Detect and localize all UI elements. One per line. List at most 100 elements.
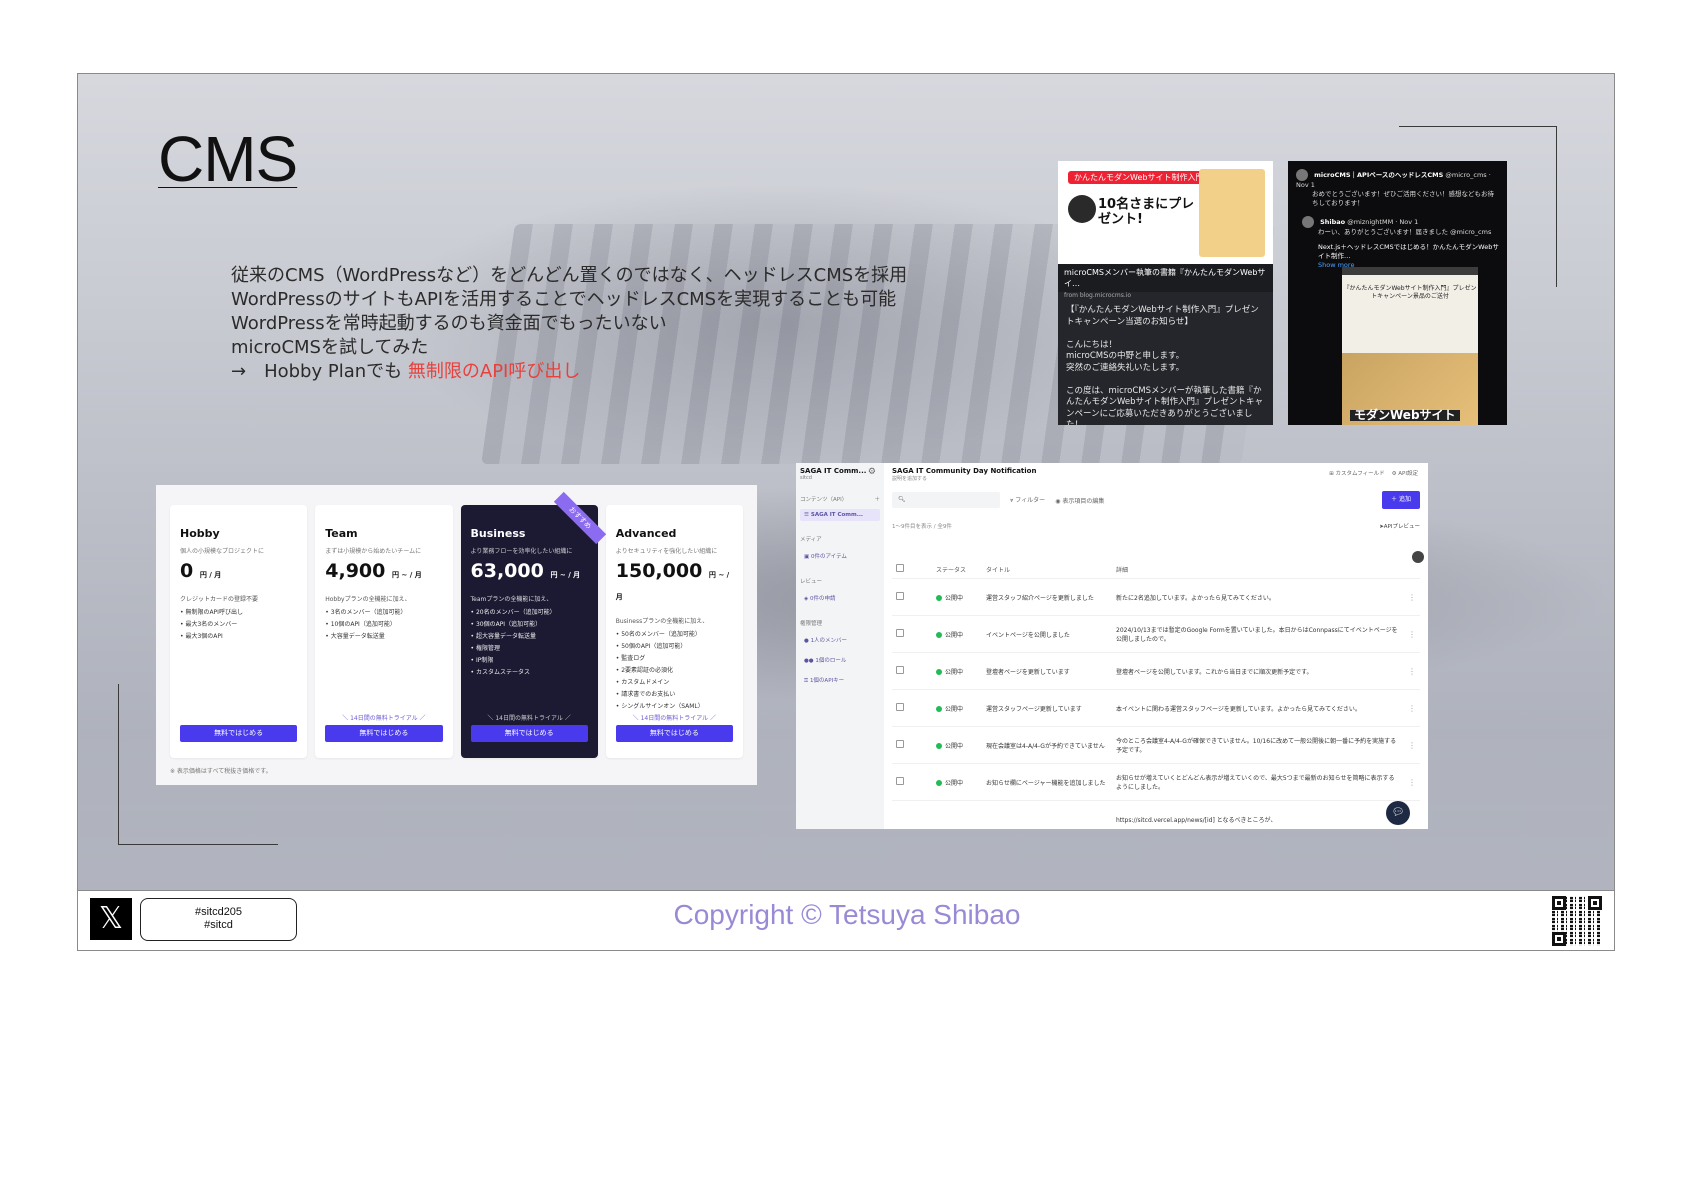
custom-field-link[interactable]: ⊞ カスタムフィールド [1329,471,1384,477]
column-header[interactable]: 詳細 [1112,560,1404,579]
image-icon: ▣ [804,554,811,560]
row-checkbox[interactable] [896,777,904,785]
list-count: 1〜9件目を表示 / 全9件 [892,524,952,530]
tweet-author: microCMS｜APIベースのヘッドレスCMS [1314,171,1444,179]
promo-image: かんたんモダンWebサイト制作入門 10名さまにプレゼント! [1058,161,1273,264]
plus-icon[interactable]: ＋ [874,495,880,503]
search-input[interactable]: 🔍︎ [892,492,1000,508]
table-row[interactable]: 公開中 お知らせ欄にページャー機能を追加しました お知らせが増えていくとどんどん… [892,763,1420,801]
promo-caption: microCMSメンバー執筆の書籍『かんたんモダンWebサイ… [1058,264,1273,292]
qr-marker [1588,896,1602,910]
table-row[interactable]: 公開中 登壇者ページを更新しています 登壇者ページを公開しています。これから当日… [892,652,1420,690]
plan-card-advanced: Advanced よりセキュリティを強化したい組織に 150,000 円 ~ /… [605,505,743,758]
sidebar-item-review[interactable]: ◈ 0件の申請 [800,591,880,605]
more-vertical-icon[interactable]: ⋮ [1404,578,1420,616]
feature-item: 大容量データ転送量 [325,631,442,643]
start-free-button[interactable]: 無料ではじめる [325,725,443,742]
feature-item: シングルサインオン（SAML） [616,701,733,713]
table-row[interactable]: 公開中 イベントページを公開しました 2024/10/13までは暫定のGoogl… [892,615,1420,653]
feature-item: 請求書でのお支払い [616,689,733,701]
plan-card-hobby: Hobby 個人の小規模なプロジェクトに 0 円 / 月 クレジットカードの登録… [170,505,308,758]
slide-footer: 𝕏 #sitcd205 #sitcd Copyright © Tetsuya S… [78,890,1614,950]
table-row[interactable]: https://sitcd.vercel.app/news/[id] となるべき… [892,800,1420,829]
status-badge: 公開中 [945,631,964,639]
sidebar-item-label: 1個のAPIキー [809,678,845,684]
feature-item: 超大容量データ転送量 [471,631,588,643]
status-badge: 公開中 [945,668,964,676]
sidebar-item-api-keys[interactable]: ⚿ 1個のAPIキー [800,673,880,688]
bullet-line-arrow: → Hobby Planでも 無制限のAPI呼び出し [231,360,907,384]
column-header[interactable]: ステータス [932,560,982,579]
status-dot-icon [936,669,942,675]
more-vertical-icon[interactable]: ⋮ [1404,652,1420,690]
link-label: カスタムフィールド [1335,471,1385,477]
feature-item: カスタムドメイン [616,677,733,689]
start-free-button[interactable]: 無料ではじめる [615,725,733,742]
edit-columns-button[interactable]: ◉ 表示項目の編集 [1055,496,1104,505]
more-vertical-icon[interactable]: ⋮ [1404,763,1420,801]
checkbox-cell [892,763,932,801]
title-cell: 運営スタッフ紹介ページを更新しました [982,578,1112,616]
sidebar-item-media[interactable]: ▣ 0件のアイテム [800,549,880,563]
link-label: APIプレビュー [1383,524,1420,530]
sidebar-section-content: コンテンツ（API） ＋ [800,495,880,503]
book-photo: モダンWebサイト [1342,353,1478,425]
sidebar-item-api[interactable]: ☰ SAGA IT Comm... [800,509,880,521]
filter-button[interactable]: ⩔ フィルター [1010,495,1045,505]
status-badge: 公開中 [945,779,964,787]
column-header[interactable]: タイトル [982,560,1112,579]
tweet-photo: 『かんたんモダンWebサイト制作入門』プレゼントキャンペーン景品のご送付 モダン… [1342,267,1478,425]
cms-admin-screenshot: SAGA IT Comm... sitcd ⚙ コンテンツ（API） ＋ ☰ S… [796,463,1428,829]
chat-icon[interactable]: 💬︎ [1386,801,1410,825]
start-free-button[interactable]: 無料ではじめる [180,725,298,742]
admin-main: SAGA IT Community Day Notification 説明を追加… [884,463,1428,829]
row-checkbox[interactable] [896,666,904,674]
list-count-row: 1〜9件目を表示 / 全9件 ➤APIプレビュー [892,522,1420,530]
row-checkbox[interactable] [896,703,904,711]
status-cell: 公開中 [932,689,982,727]
api-settings-link[interactable]: ⚙ API設定 [1392,471,1418,477]
more-vertical-icon[interactable]: ⋮ [1404,615,1420,653]
sidebar-section-review: レビュー [800,579,823,585]
status-dot-icon [936,632,942,638]
plan-desc: 個人の小規模なプロジェクトに [180,548,265,555]
status-cell [932,800,982,829]
plan-price: 63,000 円 ~ / 月 [471,560,588,582]
detail-cell: 新たに2名追加しています。よかったら見てみてください。 [1112,578,1404,616]
floating-badge-icon [1412,551,1424,563]
gear-icon[interactable]: ⚙ [868,467,876,477]
reply-link-text: Next.js＋ヘッドレスCMSではじめる！かんたんモダンWebサイト制作… [1318,243,1499,260]
price-unit: 円 ~ / 月 [550,571,581,579]
table-row[interactable]: 公開中 現在会議室は4-A/4-Gが予約できていません 今のところ会議室4-A/… [892,726,1420,764]
sidebar-item-label: 1個のロール [815,658,847,664]
promo-pill: かんたんモダンWebサイト制作入門 [1068,171,1210,184]
list-toolbar: 🔍︎ ⩔ フィルター ◉ 表示項目の編集 [892,492,1420,508]
sidebar-item-label: 0件の申請 [809,596,836,602]
table-row[interactable]: 公開中 運営スタッフページ更新しています 本イベントに関わる運営スタッフページを… [892,689,1420,727]
add-button[interactable]: ＋ 追加 [1382,491,1420,509]
tweet-screenshot: microCMS｜APIベースのヘッドレスCMS @micro_cms · No… [1288,161,1507,425]
bullet-line: microCMSを試してみた [231,337,429,358]
status-dot-icon [936,743,942,749]
header-links: ⊞ カスタムフィールド ⚙ API設定 [1329,469,1418,477]
button-label: フィルター [1015,497,1046,504]
more-vertical-icon[interactable]: ⋮ [1404,689,1420,727]
select-all-checkbox[interactable] [896,564,904,572]
start-free-button[interactable]: 無料ではじめる [470,725,588,742]
more-vertical-icon[interactable]: ⋮ [1404,726,1420,764]
bullet-list: 従来のCMS（WordPressなど）をどんどん置くのではなく、ヘッドレスCMS… [231,264,907,384]
api-preview-link[interactable]: ➤APIプレビュー [1379,522,1420,530]
checkbox-cell [892,578,932,616]
arrow-line-highlight: 無制限のAPI呼び出し [407,361,581,382]
tweet-header: microCMS｜APIベースのヘッドレスCMS @micro_cms · No… [1296,169,1499,190]
sidebar-item-roles[interactable]: ●● 1個のロール [800,653,880,667]
sidebar-item-members[interactable]: ● 1人のメンバー [800,633,880,647]
plan-note: Hobbyプランの全機能に加え、 [325,596,411,603]
row-checkbox[interactable] [896,740,904,748]
table-row[interactable]: 公開中 運営スタッフ紹介ページを更新しました 新たに2名追加しています。よかった… [892,578,1420,616]
bullet-line: 従来のCMS（WordPressなど）をどんどん置くのではなく、ヘッドレスCMS… [231,265,908,286]
row-checkbox[interactable] [896,592,904,600]
feature-item: 最大3名のメンバー [180,619,297,631]
status-badge: 公開中 [945,594,964,602]
row-checkbox[interactable] [896,629,904,637]
